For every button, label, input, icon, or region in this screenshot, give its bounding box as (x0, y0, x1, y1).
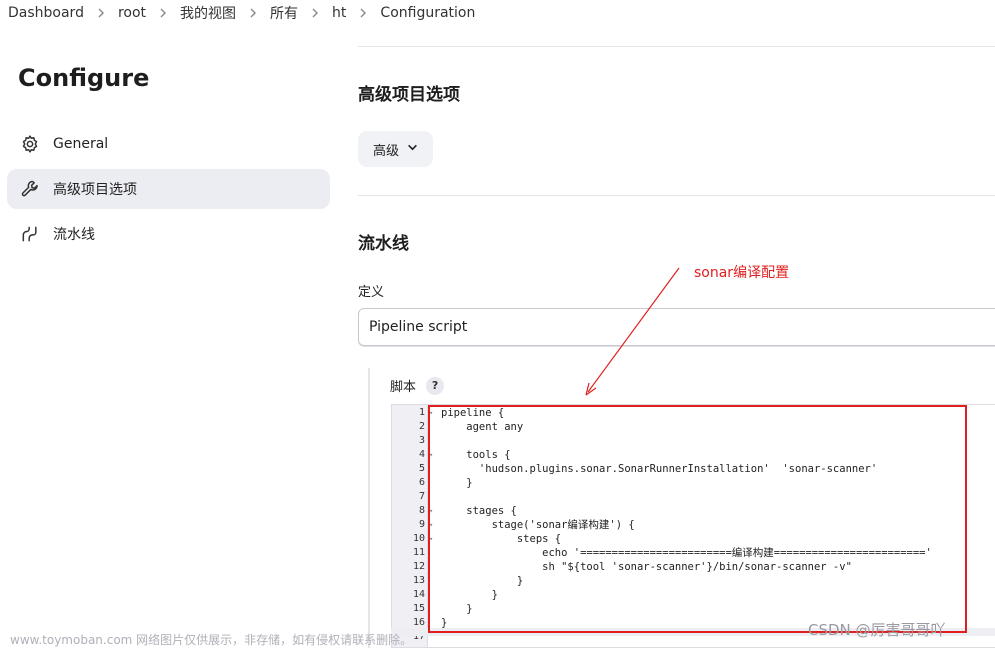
line-number: 12 (412, 561, 425, 572)
chevron-down-icon (407, 142, 418, 157)
sidebar-title: Configure (18, 64, 150, 92)
chevron-right-icon (146, 8, 180, 18)
breadcrumb-job[interactable]: ht (332, 5, 346, 21)
help-icon[interactable]: ? (426, 376, 445, 395)
definition-select-value: Pipeline script (369, 319, 468, 335)
breadcrumb-my-views[interactable]: 我的视图 (180, 3, 236, 23)
breadcrumb-dashboard[interactable]: Dashboard (8, 5, 84, 21)
breadcrumb-configuration[interactable]: Configuration (380, 5, 475, 21)
advanced-section-title: 高级项目选项 (358, 85, 460, 105)
definition-label: 定义 (358, 285, 385, 300)
line-number: 8 (418, 505, 425, 516)
sidebar-item-label: 高级项目选项 (53, 182, 137, 198)
watermark-left: www.toymoban.com 网络图片仅供展示，非存储，如有侵权请联系删除。 (10, 633, 413, 647)
section-divider (358, 195, 995, 196)
line-number: 1 (418, 407, 425, 418)
sidebar-item-pipeline[interactable]: 流水线 (7, 214, 330, 254)
section-divider (358, 46, 995, 47)
line-number: 9 (418, 519, 425, 530)
pipeline-icon (19, 223, 41, 245)
breadcrumb-root[interactable]: root (118, 5, 146, 21)
line-number: 3 (418, 435, 425, 446)
line-number: 11 (412, 547, 425, 558)
advanced-dropdown-button[interactable]: 高级 (358, 131, 433, 167)
pipeline-section-title: 流水线 (358, 234, 409, 254)
watermark-right: CSDN @厉害哥哥吖 (808, 621, 946, 639)
script-section-rail (368, 368, 370, 648)
chevron-right-icon (84, 8, 118, 18)
chevron-right-icon (346, 8, 380, 18)
chevron-right-icon (298, 8, 332, 18)
chevron-right-icon (236, 8, 270, 18)
definition-select[interactable]: Pipeline script (358, 308, 995, 346)
line-number: 15 (412, 603, 425, 614)
line-number: 10 (412, 533, 425, 544)
line-number: 13 (412, 575, 425, 586)
line-number: 5 (418, 463, 425, 474)
sidebar-item-advanced[interactable]: 高级项目选项 (7, 169, 330, 209)
line-number: 2 (418, 421, 425, 432)
sidebar-item-label: 流水线 (53, 227, 95, 243)
gear-icon (19, 133, 41, 155)
sidebar-item-general[interactable]: General (7, 124, 330, 164)
sidebar-item-label: General (53, 136, 109, 152)
breadcrumb-all[interactable]: 所有 (270, 3, 298, 23)
advanced-button-label: 高级 (372, 143, 399, 159)
breadcrumb: Dashboard root 我的视图 所有 ht Configuration (0, 0, 995, 26)
annotation-label: sonar编译配置 (694, 265, 790, 281)
script-label: 脚本 (390, 380, 417, 395)
line-number: 4 (418, 449, 425, 460)
script-label-row: 脚本 ? (390, 376, 445, 395)
annotation-highlight-box (428, 405, 967, 633)
line-number: 14 (412, 589, 425, 600)
line-number: 7 (418, 491, 425, 502)
wrench-icon (19, 178, 41, 200)
line-number: 6 (418, 477, 425, 488)
